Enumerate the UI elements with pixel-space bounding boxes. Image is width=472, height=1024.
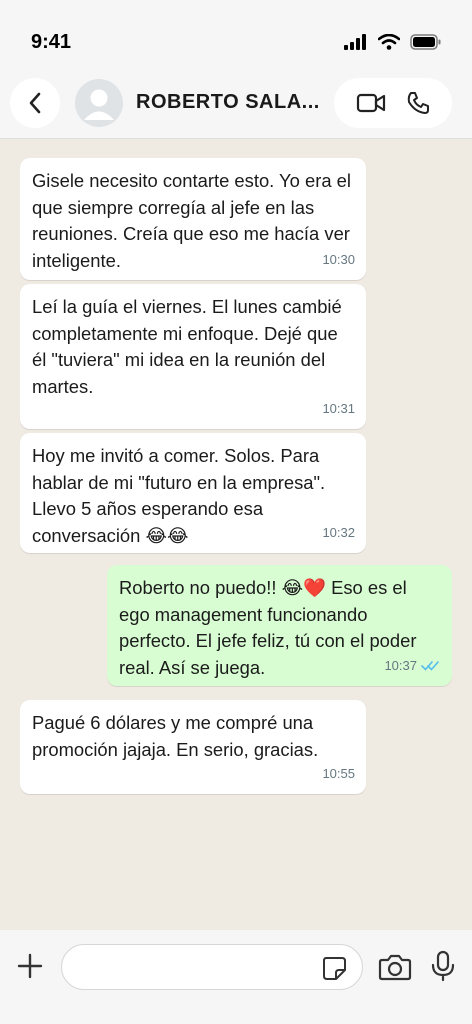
avatar-placeholder-icon [84,89,114,120]
battery-icon [410,34,441,50]
message-time: 10:55 [322,765,355,781]
call-actions [334,78,452,128]
message-bubble-incoming[interactable]: Hoy me invitó a comer. Solos. Para habla… [20,433,366,553]
avatar[interactable] [75,79,123,127]
back-chevron-icon [29,92,41,114]
video-call-icon[interactable] [356,92,386,114]
message-time: 10:31 [322,400,355,416]
message-text: Leí la guía el viernes. El lunes cambié … [32,296,342,397]
message-time: 10:30 [322,251,355,267]
message-text: Hoy me invitó a comer. Solos. Para habla… [32,445,326,546]
message-text: Gisele necesito contarte esto. Yo era el… [32,170,351,271]
chat-header: 9:41 ROBERTO SALA... [0,0,472,139]
wifi-icon [378,34,400,50]
status-icons [344,34,442,50]
message-input[interactable] [78,955,322,981]
message-bubble-incoming[interactable]: Pagué 6 dólares y me compré una promoció… [20,700,366,794]
contact-name[interactable]: ROBERTO SALA... [136,91,321,114]
composer-bar [0,930,472,1024]
message-time: 10:37 [384,653,441,680]
back-button[interactable] [10,78,60,128]
message-bubble-incoming[interactable]: Leí la guía el viernes. El lunes cambié … [20,284,366,429]
message-time: 10:32 [322,524,355,540]
camera-icon[interactable] [378,952,412,982]
phone-icon[interactable] [405,90,431,116]
read-receipt-icon [421,660,439,671]
status-time: 9:41 [31,31,72,53]
message-bubble-outgoing[interactable]: Roberto no puedo!! 😂❤️ Eso es el ego man… [107,565,452,686]
message-text: Pagué 6 dólares y me compré una promoció… [32,712,319,760]
sticker-icon[interactable] [320,954,348,982]
message-input-field[interactable] [61,944,363,990]
message-bubble-incoming[interactable]: Gisele necesito contarte esto. Yo era el… [20,158,366,280]
plus-icon[interactable] [16,952,44,980]
signal-icon [344,34,366,50]
mic-icon[interactable] [430,950,456,982]
